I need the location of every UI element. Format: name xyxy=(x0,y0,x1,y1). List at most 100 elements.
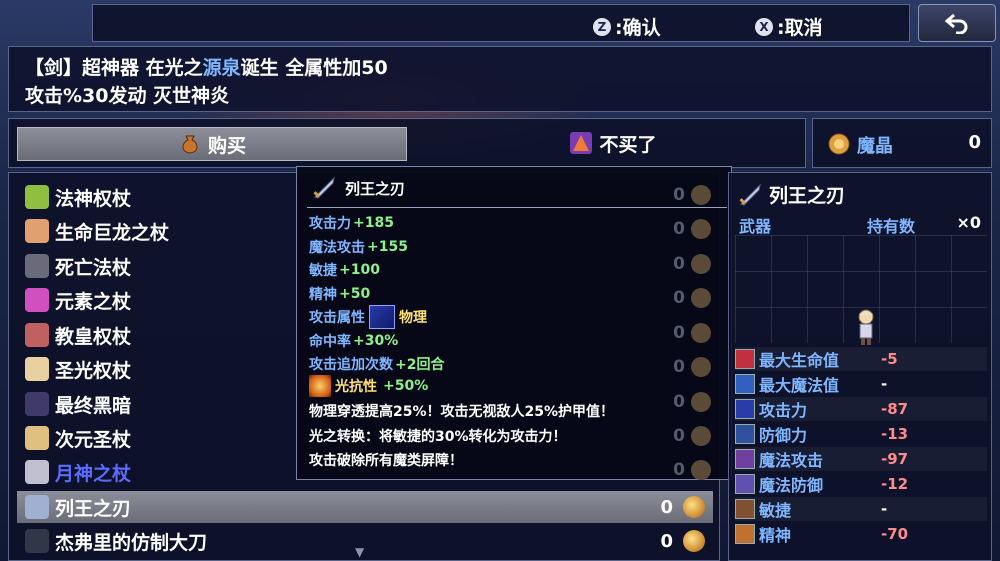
dont-buy-label: 不买了 xyxy=(599,133,657,156)
agility-icon xyxy=(735,499,755,519)
description-text: 诞生 全属性加50 xyxy=(240,57,388,79)
moon-staff-icon xyxy=(25,460,49,484)
ghost-count: 0 xyxy=(673,185,711,205)
scroll-down-icon[interactable]: ▼ xyxy=(355,545,364,559)
tooltip-title: 列王之刃 xyxy=(311,175,405,201)
item-tooltip: 0 0 0 0 0 0 0 0 0 列王之刃 攻击力 +185 魔法攻击 +155 … xyxy=(296,166,732,480)
cancel-label: :取消 xyxy=(777,17,823,39)
buy-label: 购买 xyxy=(207,134,246,157)
confirm-label: :确认 xyxy=(615,17,661,39)
detail-title: 列王之刃 xyxy=(737,181,845,208)
dimension-staff-icon xyxy=(25,426,49,450)
description-highlight: 源泉 xyxy=(202,57,241,79)
element-staff-icon xyxy=(25,288,49,312)
ghost-count: 0 xyxy=(673,392,711,412)
stat-row: 魔法攻击 -97 xyxy=(735,447,987,471)
stat-row: 攻击力 -87 xyxy=(735,397,987,421)
coin-icon xyxy=(683,530,705,552)
spirit-icon xyxy=(735,524,755,544)
item-name: 圣光权杖 xyxy=(55,359,132,382)
description-text: 【剑】超神器 在光之 xyxy=(25,57,203,79)
effect-line: 攻击破除所有魔类屏障！ xyxy=(309,453,463,469)
greatsword-icon xyxy=(25,529,49,553)
item-count: 0 xyxy=(660,496,673,518)
stat-line: 攻击力 +185 xyxy=(309,215,394,232)
physical-element-icon xyxy=(369,305,395,329)
owned-label: 持有数 xyxy=(867,217,916,236)
light-element-icon xyxy=(309,375,331,397)
effect-line: 光之转换：将敏捷的30%转化为攻击力！ xyxy=(309,429,567,445)
holy-scepter-icon xyxy=(25,357,49,381)
attack-attribute-line: 攻击属性 物理 xyxy=(309,305,427,329)
item-name: 列王之刃 xyxy=(55,497,132,520)
sword-icon xyxy=(25,495,49,519)
character-sprite xyxy=(858,309,874,345)
top-hint-bar: Z :确认 X :取消 xyxy=(92,4,910,42)
ghost-count: 0 xyxy=(673,219,711,239)
currency-panel: 魔晶 0 xyxy=(812,118,992,168)
stat-line: 敏捷 +100 xyxy=(309,262,380,279)
magic-attack-icon xyxy=(735,449,755,469)
buy-button[interactable]: 购买 xyxy=(17,127,407,161)
stat-row: 敏捷 - xyxy=(735,497,987,521)
stat-row: 魔法防御 -12 xyxy=(735,472,987,496)
tooltip-title-text: 列王之刃 xyxy=(345,179,406,198)
item-name: 杰弗里的仿制大刀 xyxy=(55,531,208,554)
back-button[interactable] xyxy=(918,4,996,42)
tooltip-divider xyxy=(307,207,727,208)
description-line-1: 【剑】超神器 在光之源泉诞生 全属性加50 xyxy=(25,53,388,80)
darkness-staff-icon xyxy=(25,392,49,416)
stat-line: 攻击追加次数 +2回合 xyxy=(309,357,445,373)
sword-icon xyxy=(739,182,761,206)
item-name: 最终黑暗 xyxy=(55,394,132,417)
stat-line: 命中率 +30% xyxy=(309,333,399,350)
money-bag-icon xyxy=(182,135,198,154)
item-name: 教皇权杖 xyxy=(55,325,132,348)
defense-icon xyxy=(735,424,755,444)
light-resistance-line: 光抗性 +50% xyxy=(309,375,428,397)
stat-row: 最大生命值 -5 xyxy=(735,347,987,371)
list-item[interactable]: 杰弗里的仿制大刀 0 xyxy=(17,525,713,557)
description-line-2: 攻击%30发动 灭世神炎 xyxy=(25,85,230,107)
cancel-hint[interactable]: X :取消 xyxy=(755,13,823,40)
cancel-tent-icon xyxy=(570,132,593,154)
confirm-hint[interactable]: Z :确认 xyxy=(593,13,661,40)
ghost-count: 0 xyxy=(673,357,711,377)
item-detail-panel: 列王之刃 武器 持有数 ×0 最大生命值 -5 最大魔法值 - 攻击力 -87 防御力… xyxy=(728,172,992,561)
x-button-icon: X xyxy=(755,17,773,36)
item-name: 元素之杖 xyxy=(55,290,132,313)
hp-icon xyxy=(735,349,755,369)
pope-scepter-icon xyxy=(25,323,49,347)
action-bar: 购买 不买了 xyxy=(8,118,806,168)
attack-icon xyxy=(735,399,755,419)
dont-buy-button[interactable]: 不买了 xyxy=(423,127,803,159)
ghost-count: 0 xyxy=(673,288,711,308)
item-description-panel: 【剑】超神器 在光之源泉诞生 全属性加50 攻击%30发动 灭世神炎 xyxy=(8,46,992,112)
item-name: 死亡法杖 xyxy=(55,256,132,279)
item-name: 次元圣杖 xyxy=(55,428,132,451)
sword-icon xyxy=(313,176,335,199)
list-item-selected[interactable]: 列王之刃 0 xyxy=(17,491,713,523)
z-button-icon: Z xyxy=(593,17,611,36)
item-name: 法神权杖 xyxy=(55,187,132,210)
death-staff-icon xyxy=(25,254,49,278)
currency-amount: 0 xyxy=(968,132,981,153)
currency-name: 魔晶 xyxy=(857,136,893,157)
coin-icon xyxy=(683,496,705,518)
stat-row: 精神 -70 xyxy=(735,522,987,546)
item-type: 武器 xyxy=(739,217,772,236)
back-arrow-icon xyxy=(944,13,968,34)
ghost-count: 0 xyxy=(673,426,711,446)
staff-icon xyxy=(25,185,49,209)
coin-icon xyxy=(828,133,850,155)
ghost-count: 0 xyxy=(673,323,711,343)
item-name: 生命巨龙之杖 xyxy=(55,221,170,244)
stat-row: 最大魔法值 - xyxy=(735,372,987,396)
detail-title-text: 列王之刃 xyxy=(769,185,846,207)
effect-line: 物理穿透提高25%！攻击无视敌人25%护甲值！ xyxy=(309,404,615,420)
ghost-count: 0 xyxy=(673,460,711,480)
magic-defense-icon xyxy=(735,474,755,494)
ghost-count: 0 xyxy=(673,254,711,274)
stat-line: 魔法攻击 +155 xyxy=(309,239,408,256)
stat-line: 精神 +50 xyxy=(309,286,371,303)
